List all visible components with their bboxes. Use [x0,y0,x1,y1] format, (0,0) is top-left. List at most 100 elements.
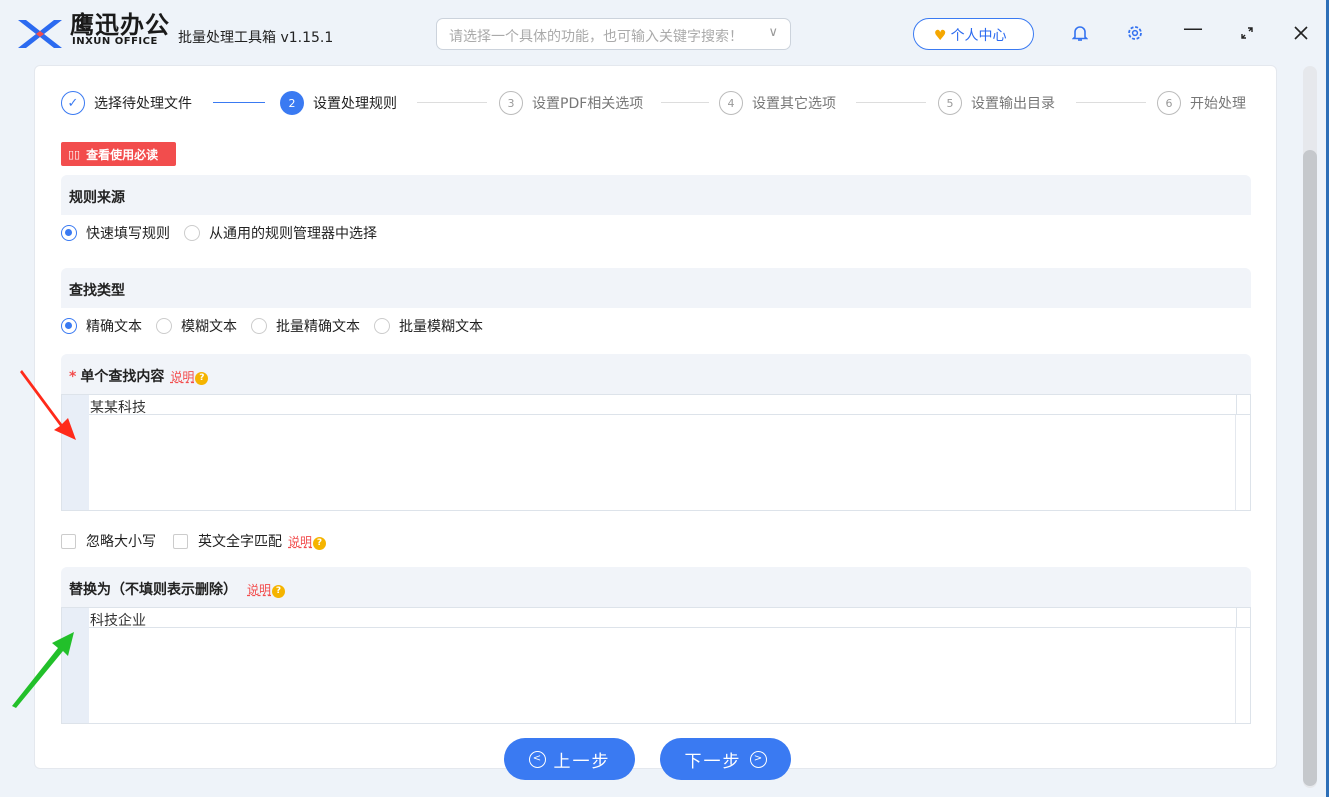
find-content-explain-link[interactable]: 说明? [170,370,209,385]
green-arrow-icon [12,632,74,708]
next-step-button[interactable]: 下一步 > [660,738,791,780]
find-content-title: 单个查找内容 [80,369,165,385]
radio-dot[interactable] [374,318,390,334]
chevron-left-icon: < [528,750,546,768]
radio-batch-exact-text[interactable]: 批量精确文本 [251,316,360,336]
line-end [1236,395,1250,415]
step-connector [856,102,926,103]
radio-rule-manager[interactable]: 从通用的规则管理器中选择 [184,223,377,243]
replace-with-header: 替换为（不填则表示删除） 说明? [61,567,1251,607]
ignore-case-checkbox[interactable]: 忽略大小写 [61,531,156,551]
radio-dot[interactable] [184,225,200,241]
textarea-scroll-track [1235,628,1236,723]
search-type-radios: 精确文本 模糊文本 批量精确文本 批量模糊文本 [61,314,497,338]
help-icon: ? [313,536,327,550]
prev-step-label: 上一步 [553,751,611,772]
step-2-number: 2 [280,91,304,115]
checkbox-box[interactable] [61,533,76,549]
step-connector [417,102,487,103]
next-step-label: 下一步 [684,751,742,772]
checkbox-box[interactable] [173,533,188,549]
step-2: 2 设置处理规则 [280,90,397,116]
checkbox-label: 英文全字匹配 [198,534,282,550]
red-arrow-icon [20,370,76,440]
maximize-button[interactable] [1240,26,1254,40]
title-bar: 鹰迅办公 INXUN OFFICE 批量处理工具箱 v1.15.1 请选择一个具… [0,0,1329,66]
vip-heart-icon: ♥ [934,28,947,44]
step-6: 6 开始处理 [1157,90,1246,116]
chevron-right-icon: > [749,750,767,768]
replace-with-value: 科技企业 [90,613,146,629]
whole-word-checkbox[interactable]: 英文全字匹配 [173,531,282,551]
bell-icon[interactable] [1072,24,1088,42]
radio-label: 模糊文本 [181,319,237,335]
replace-with-title: 替换为（不填则表示删除） [69,582,237,598]
chevron-down-icon[interactable]: ∨ [768,25,778,40]
current-line [89,608,1250,628]
app-logo-icon [18,20,62,48]
step-1-check-icon: ✓ [61,91,85,115]
radio-dot[interactable] [156,318,172,334]
step-3-number: 3 [499,91,523,115]
radio-label: 精确文本 [86,319,142,335]
radio-batch-fuzzy-text[interactable]: 批量模糊文本 [374,316,483,336]
gear-icon[interactable] [1126,24,1144,42]
radio-label: 批量精确文本 [276,319,360,335]
step-1-label: 选择待处理文件 [94,96,192,112]
search-placeholder: 请选择一个具体的功能，也可输入关键字搜索！ [449,29,743,45]
step-4: 4 设置其它选项 [719,90,836,116]
textarea-scroll-track [1235,415,1236,510]
readme-label: 查看使用必读 [86,147,159,162]
search-input[interactable]: 请选择一个具体的功能，也可输入关键字搜索！ ∨ [436,18,791,50]
rule-source-title: 规则来源 [69,190,125,206]
search-type-header: 查找类型 [61,268,1251,308]
find-content-value: 某某科技 [90,400,146,416]
radio-fuzzy-text[interactable]: 模糊文本 [156,316,237,336]
personal-center-button[interactable]: ♥ 个人中心 [913,18,1034,50]
rule-source-radios: 快速填写规则 从通用的规则管理器中选择 [61,221,391,245]
step-2-label: 设置处理规则 [313,96,397,112]
step-3-label: 设置PDF相关选项 [532,96,644,112]
replace-with-textarea[interactable]: 科技企业 [61,607,1251,724]
brand: 鹰迅办公 INXUN OFFICE [70,12,170,48]
book-icon: ▯▯ [68,147,81,161]
page-scrollbar-thumb[interactable] [1303,150,1317,786]
radio-dot[interactable] [61,225,77,241]
radio-label: 批量模糊文本 [399,319,483,335]
radio-dot[interactable] [61,318,77,334]
stepper: ✓ 选择待处理文件 2 设置处理规则 3 设置PDF相关选项 4 设置其它选项 … [61,90,1256,116]
match-options: 忽略大小写 英文全字匹配 说明? [61,530,327,552]
brand-name-cn: 鹰迅办公 [70,11,170,39]
minimize-button[interactable]: — [1183,16,1203,40]
radio-label: 从通用的规则管理器中选择 [209,226,377,242]
step-connector [1076,102,1146,103]
step-6-label: 开始处理 [1190,96,1246,112]
line-end [1236,608,1250,628]
brand-name-en: INXUN OFFICE [72,36,158,47]
radio-exact-text[interactable]: 精确文本 [61,316,142,336]
step-connector [213,102,265,103]
replace-with-explain-link[interactable]: 说明? [247,583,286,598]
step-connector [661,102,709,103]
find-content-textarea[interactable]: 某某科技 [61,394,1251,511]
radio-quick-fill[interactable]: 快速填写规则 [61,223,170,243]
prev-step-button[interactable]: < 上一步 [504,738,635,780]
checkbox-label: 忽略大小写 [86,534,156,550]
step-5-number: 5 [938,91,962,115]
step-3: 3 设置PDF相关选项 [499,90,643,116]
whole-word-explain-link[interactable]: 说明? [288,533,327,550]
step-4-number: 4 [719,91,743,115]
search-type-title: 查找类型 [69,283,125,299]
step-4-label: 设置其它选项 [752,96,836,112]
help-icon: ? [272,585,286,598]
radio-dot[interactable] [251,318,267,334]
help-icon: ? [195,372,209,385]
step-1: ✓ 选择待处理文件 [61,90,192,116]
close-button[interactable] [1294,26,1308,40]
rule-source-header: 规则来源 [61,175,1251,215]
step-6-number: 6 [1157,91,1181,115]
step-5: 5 设置输出目录 [938,90,1055,116]
radio-label: 快速填写规则 [86,226,170,242]
current-line [89,395,1250,415]
readme-button[interactable]: ▯▯ 查看使用必读 [61,142,176,166]
